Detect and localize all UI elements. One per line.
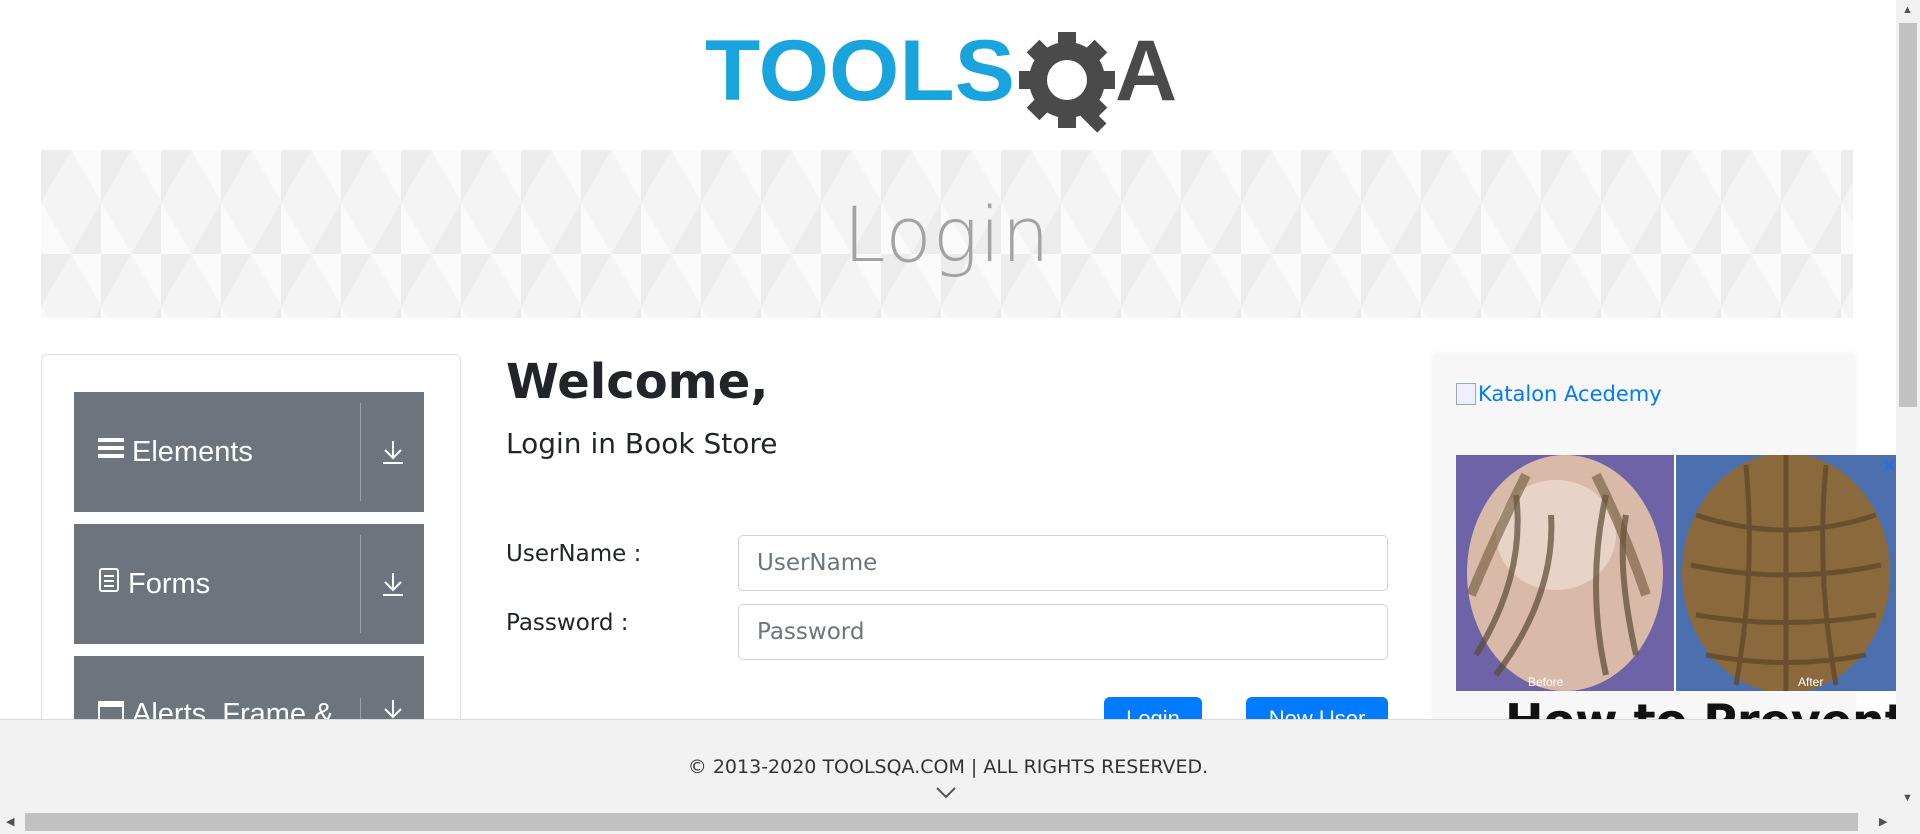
page-banner: Login [41, 150, 1853, 318]
nav-group-forms[interactable]: Forms [74, 524, 424, 644]
download-icon[interactable] [361, 571, 424, 597]
chevron-down-icon[interactable] [935, 786, 957, 800]
hamburger-icon [98, 435, 124, 469]
logo-gear-icon [1019, 32, 1115, 133]
toolsqa-logo[interactable]: TOOLS A [705, 22, 1195, 134]
ad-link-text: Katalon Acedemy [1478, 382, 1662, 406]
document-icon [98, 567, 120, 601]
nav-group-label: Elements [132, 435, 253, 468]
page-title: Login [843, 189, 1051, 279]
logo-text-tools: TOOLS [705, 23, 1015, 119]
ad-close-icon[interactable]: ✕ [1882, 456, 1897, 477]
footer: © 2013-2020 TOOLSQA.COM | ALL RIGHTS RES… [0, 719, 1896, 811]
ad-image[interactable]: Before After [1456, 455, 1896, 691]
nav-group-label: Forms [128, 567, 211, 600]
scrollbar-corner [1896, 810, 1920, 834]
before-label: Before [1528, 675, 1564, 689]
username-label: UserName : [506, 541, 642, 567]
after-label: After [1798, 675, 1823, 689]
download-icon[interactable] [361, 439, 424, 465]
scroll-up-arrow-icon[interactable]: ▲ [1902, 4, 1913, 16]
vertical-scrollbar-thumb[interactable] [1899, 23, 1917, 407]
login-subtitle: Login in Book Store [506, 427, 778, 460]
username-input[interactable] [738, 535, 1388, 591]
welcome-heading: Welcome, [506, 354, 769, 410]
scroll-right-arrow-icon[interactable]: ▶ [1879, 815, 1887, 828]
scroll-left-arrow-icon[interactable]: ◀ [6, 815, 14, 828]
hair-before-after-image: Before After [1456, 455, 1896, 691]
broken-image-icon [1456, 383, 1476, 405]
nav-group-elements[interactable]: Elements [74, 392, 424, 512]
password-label: Password : [506, 610, 629, 636]
footer-copyright: © 2013-2020 TOOLSQA.COM | ALL RIGHTS RES… [687, 756, 1209, 778]
left-nav-panel: Elements Forms Alerts, Frame & [41, 354, 461, 738]
scroll-down-arrow-icon[interactable]: ▼ [1902, 792, 1913, 804]
password-input[interactable] [738, 604, 1388, 660]
horizontal-scrollbar-thumb[interactable] [25, 813, 1858, 831]
logo-text-a: A [1115, 23, 1177, 119]
katalon-ad-link[interactable]: Katalon Acedemy [1456, 382, 1662, 406]
